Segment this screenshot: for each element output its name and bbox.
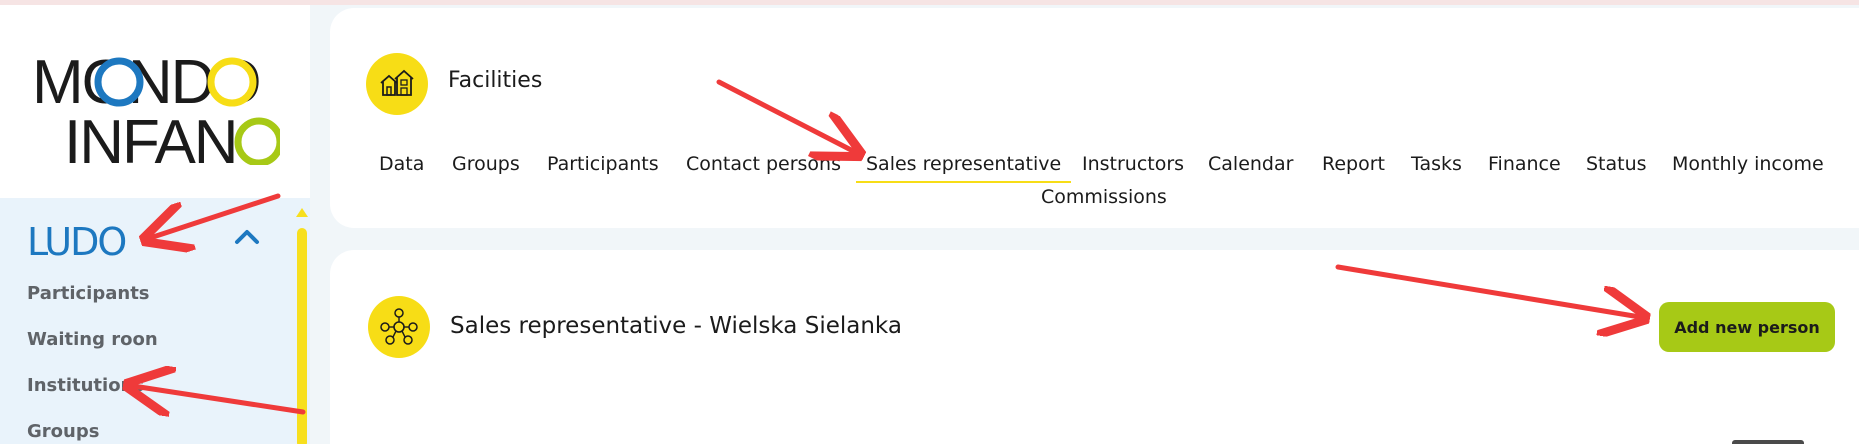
page-title: Facilities bbox=[448, 68, 543, 93]
tab-bar: Data Groups Participants Contact persons… bbox=[330, 153, 1859, 208]
partial-control[interactable] bbox=[1732, 440, 1804, 444]
tab-commissions[interactable]: Commissions bbox=[1041, 186, 1167, 208]
sidebar-item-groups[interactable]: Groups bbox=[27, 421, 99, 442]
chevron-up-icon[interactable] bbox=[232, 226, 262, 246]
mondo-infano-logo[interactable]: MONDO INFANO bbox=[30, 45, 280, 165]
add-new-person-button[interactable]: Add new person bbox=[1659, 302, 1835, 352]
sidebar-item-institutions[interactable]: Institutions bbox=[27, 375, 144, 396]
tab-monthly-income[interactable]: Monthly income bbox=[1672, 153, 1824, 175]
facilities-header-panel: Facilities Data Groups Participants Cont… bbox=[330, 8, 1859, 228]
sales-representative-panel: Sales representative - Wielska Sielanka … bbox=[330, 250, 1859, 444]
facilities-houses-icon bbox=[366, 53, 428, 115]
people-network-icon bbox=[368, 296, 430, 358]
tab-finance[interactable]: Finance bbox=[1488, 153, 1561, 175]
tab-status[interactable]: Status bbox=[1586, 153, 1647, 175]
sidebar-scrollbar[interactable] bbox=[296, 208, 308, 444]
tab-sales-representative[interactable]: Sales representative bbox=[855, 153, 1072, 183]
tab-tasks[interactable]: Tasks bbox=[1411, 153, 1462, 175]
tab-participants[interactable]: Participants bbox=[547, 153, 659, 175]
sidebar-logo-area: MONDO INFANO bbox=[0, 5, 310, 198]
sidebar-item-waiting-room[interactable]: Waiting roon bbox=[27, 329, 158, 350]
tab-calendar[interactable]: Calendar bbox=[1208, 153, 1293, 175]
tab-groups[interactable]: Groups bbox=[452, 153, 520, 175]
tab-instructors[interactable]: Instructors bbox=[1082, 153, 1184, 175]
sidebar: LUDO Participants Waiting roon Instituti… bbox=[0, 198, 310, 444]
tab-data[interactable]: Data bbox=[379, 153, 424, 175]
tab-contact-persons[interactable]: Contact persons bbox=[686, 153, 841, 175]
sidebar-item-participants[interactable]: Participants bbox=[27, 283, 150, 304]
sidebar-section-title[interactable]: LUDO bbox=[27, 220, 127, 264]
section-title: Sales representative - Wielska Sielanka bbox=[450, 313, 902, 339]
tab-report[interactable]: Report bbox=[1322, 153, 1385, 175]
scroll-up-arrow-icon[interactable] bbox=[296, 208, 308, 217]
scrollbar-thumb[interactable] bbox=[297, 228, 307, 444]
